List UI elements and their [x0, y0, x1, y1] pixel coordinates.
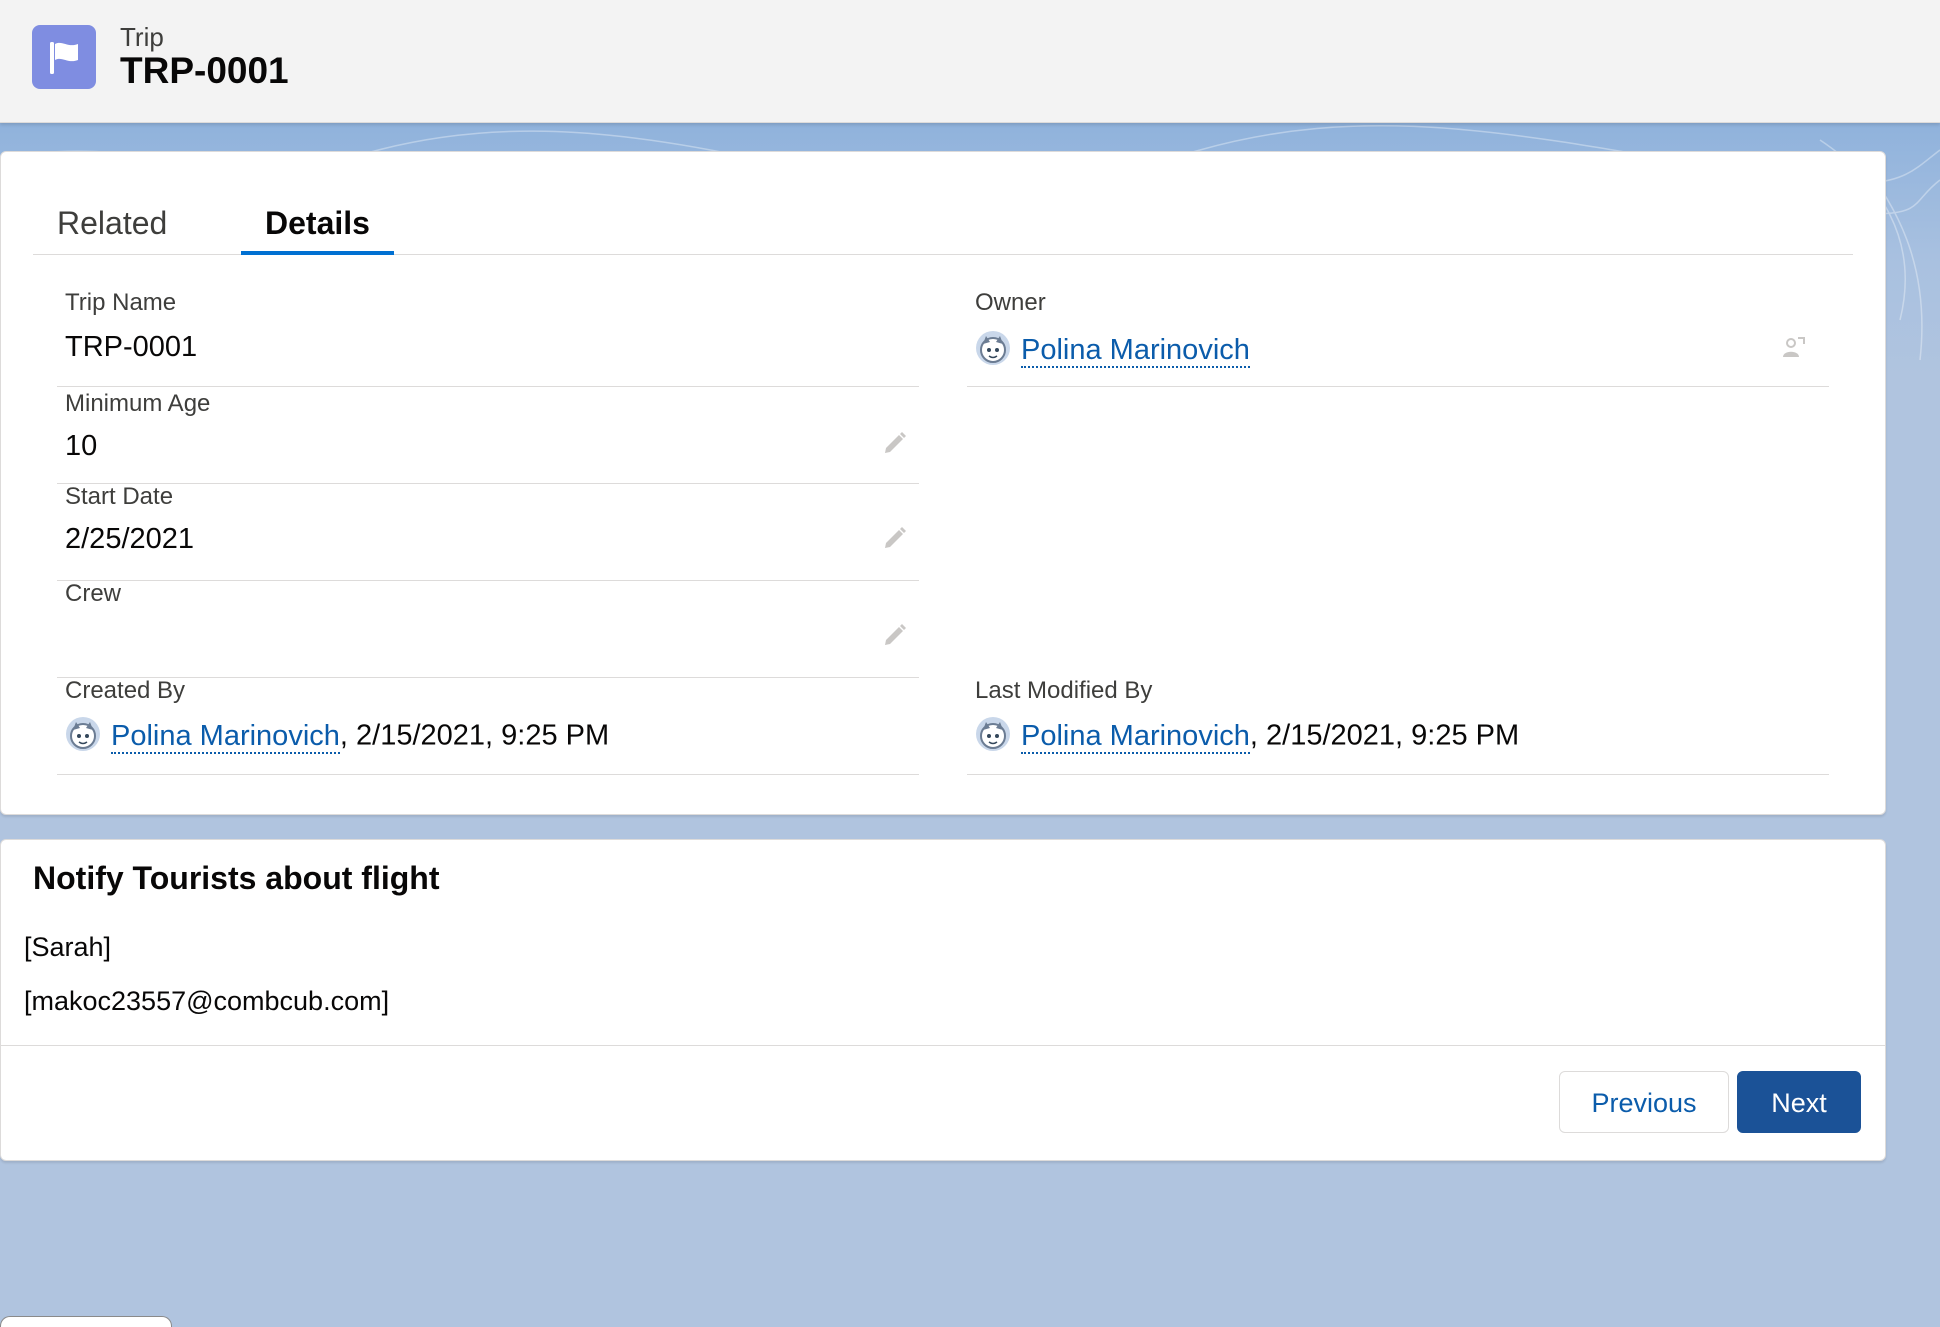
field-value: TRP-0001	[65, 331, 198, 363]
record-tabs: Related Details	[33, 192, 1853, 255]
field-label: Last Modified By	[975, 677, 1153, 704]
pencil-icon[interactable]	[881, 620, 909, 648]
record-details-card: Related Details Trip Name TRP-0001 Owner…	[0, 151, 1886, 815]
user-avatar-icon	[975, 716, 1011, 752]
field-label: Crew	[65, 580, 122, 607]
change-owner-icon[interactable]	[1779, 333, 1807, 361]
created-by-timestamp: , 2/15/2021, 9:25 PM	[339, 719, 610, 752]
field-label: Minimum Age	[65, 390, 211, 417]
owner-value: Polina Marinovich	[975, 330, 1250, 369]
field-trip-name: Trip Name TRP-0001	[57, 289, 919, 387]
tourist-email-text: [makoc23557@combcub.com]	[24, 986, 390, 1016]
tourist-name-text: [Sarah]	[24, 932, 112, 962]
record-title: TRP-0001	[120, 50, 289, 91]
owner-link[interactable]: Polina Marinovich	[1021, 333, 1250, 368]
last-modified-by-value: Polina Marinovich, 2/15/2021, 9:25 PM	[975, 716, 1520, 755]
record-header: Trip TRP-0001	[0, 0, 1940, 123]
pencil-icon[interactable]	[881, 523, 909, 551]
user-avatar-icon	[975, 330, 1011, 366]
field-start-date: Start Date 2/25/2021	[57, 483, 919, 581]
field-crew: Crew	[57, 580, 919, 678]
last-modified-by-timestamp: , 2/15/2021, 9:25 PM	[1249, 719, 1520, 752]
user-avatar-icon	[65, 716, 101, 752]
field-owner: Owner Polina Marinovich	[967, 289, 1829, 387]
notify-card-title: Notify Tourists about flight	[33, 860, 440, 896]
field-value: 10	[65, 430, 98, 462]
tab-related[interactable]: Related	[57, 192, 167, 254]
field-last-modified-by: Last Modified By Polina Marinovich, 2/15…	[967, 677, 1829, 775]
previous-button[interactable]: Previous	[1559, 1071, 1729, 1133]
created-by-value: Polina Marinovich, 2/15/2021, 9:25 PM	[65, 716, 610, 755]
card-footer-divider	[1, 1045, 1885, 1046]
flag-icon	[32, 25, 96, 89]
field-label: Created By	[65, 677, 186, 704]
notify-tourists-card: Notify Tourists about flight [Sarah] [ma…	[0, 839, 1886, 1161]
object-type-label: Trip	[120, 22, 164, 52]
created-by-link[interactable]: Polina Marinovich	[111, 719, 340, 754]
field-label: Trip Name	[65, 289, 177, 316]
pencil-icon[interactable]	[881, 428, 909, 456]
last-modified-by-link[interactable]: Polina Marinovich	[1021, 719, 1250, 754]
field-created-by: Created By Polina Marinovich, 2/15/2021,…	[57, 677, 919, 775]
tab-details[interactable]: Details	[241, 192, 394, 255]
field-value: 2/25/2021	[65, 523, 195, 555]
next-button[interactable]: Next	[1737, 1071, 1861, 1133]
field-minimum-age: Minimum Age 10	[57, 386, 919, 484]
field-label: Owner	[975, 289, 1046, 316]
field-label: Start Date	[65, 483, 174, 510]
